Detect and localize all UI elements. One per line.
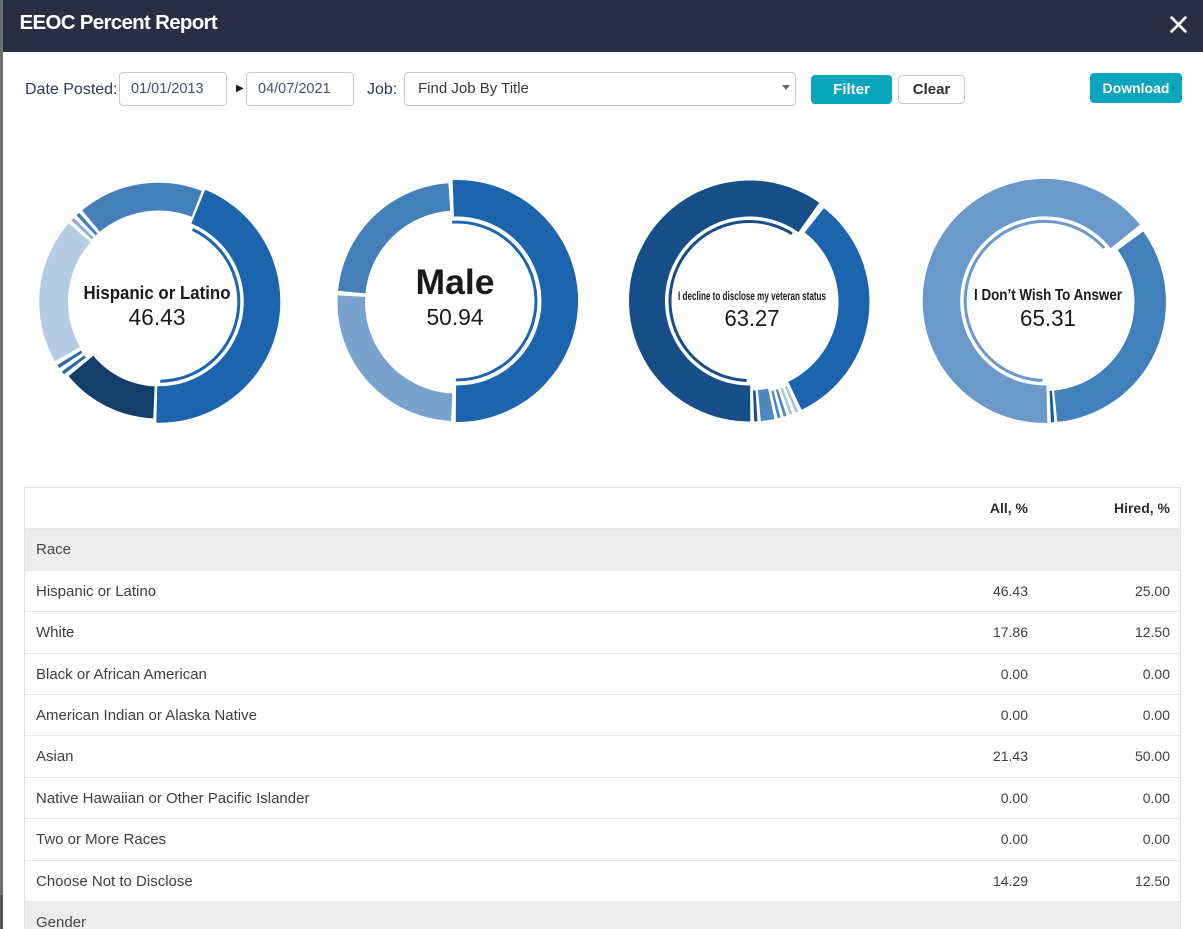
svg-text:I Don’t Wish To Answer: I Don’t Wish To Answer [974,287,1122,304]
svg-text:50.94: 50.94 [427,304,484,330]
svg-text:63.27: 63.27 [725,305,780,331]
svg-text:46.43: 46.43 [129,304,186,330]
svg-text:Hispanic or Latino: Hispanic or Latino [84,283,231,303]
svg-text:65.31: 65.31 [1020,305,1076,331]
svg-text:Male: Male [416,263,495,302]
svg-text:I decline to disclose my veter: I decline to disclose my veteran status [678,291,826,303]
